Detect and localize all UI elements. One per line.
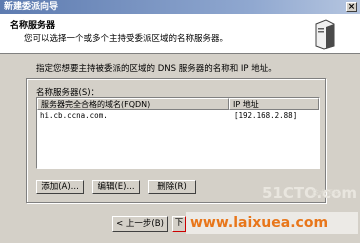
page-title: 名称服务器 [10,21,56,31]
server-fqdn: hi.cb.ccna.com. [40,111,108,120]
page-subtitle: 您可以选择一个或多个主持受委派区域的名称服务器。 [24,34,229,44]
next-button[interactable]: 下 [172,216,186,232]
title-bar: 新建委派向导 × [0,0,360,14]
edit-button[interactable]: 编辑(E)... [92,180,140,194]
delete-button[interactable]: 删除(R) [148,180,196,194]
brand-watermark: 51CTO.com [262,184,358,202]
name-server-list[interactable]: 服务器完全合格的域名(FQDN) IP 地址 hi.cb.ccna.com. [… [36,97,320,169]
add-button[interactable]: 添加(A)... [36,180,84,194]
brand-watermark-sub: 技术博客 [312,189,340,197]
instruction-text: 指定您想要主持被委派的区域的 DNS 服务器的名称和 IP 地址。 [36,64,277,74]
wizard-header: 名称服务器 您可以选择一个或多个主持受委派区域的名称服务器。 [0,14,360,54]
site-watermark: www.laixuea.com [186,212,358,234]
window-title: 新建委派向导 [4,2,59,12]
column-header-ip[interactable]: IP 地址 [229,98,319,110]
close-icon[interactable]: × [346,2,357,12]
server-ip: [192.168.2.88] [234,111,298,120]
server-icon [315,19,335,50]
list-item[interactable]: hi.cb.ccna.com. [192.168.2.88] [37,110,319,121]
back-button[interactable]: < 上一步(B) [112,216,168,232]
column-header-fqdn[interactable]: 服务器完全合格的域名(FQDN) [37,98,229,110]
list-header: 服务器完全合格的域名(FQDN) IP 地址 [37,98,319,110]
